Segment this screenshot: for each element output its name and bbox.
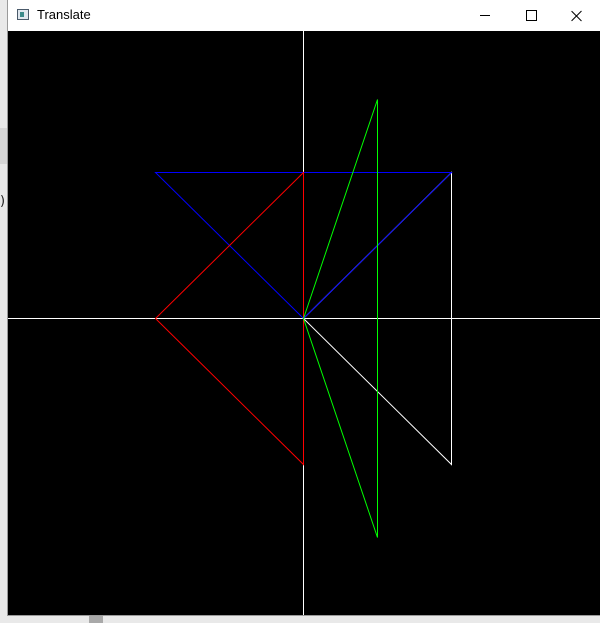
title-bar[interactable]: Translate — [8, 0, 600, 31]
maximize-button[interactable] — [508, 0, 554, 31]
window-title: Translate — [37, 7, 91, 22]
maximize-icon — [525, 10, 537, 21]
render-canvas[interactable] — [8, 31, 600, 615]
backdrop-text-fragment: ) — [0, 194, 6, 209]
minimize-icon — [480, 15, 490, 16]
minimize-button[interactable] — [462, 0, 508, 31]
scene-svg — [8, 31, 600, 615]
opengl-app-icon[interactable] — [17, 9, 29, 20]
close-icon — [571, 10, 583, 22]
app-window: Translate — [8, 0, 600, 615]
backdrop-scrollbar-thumb — [89, 614, 103, 623]
close-button[interactable] — [554, 0, 600, 31]
